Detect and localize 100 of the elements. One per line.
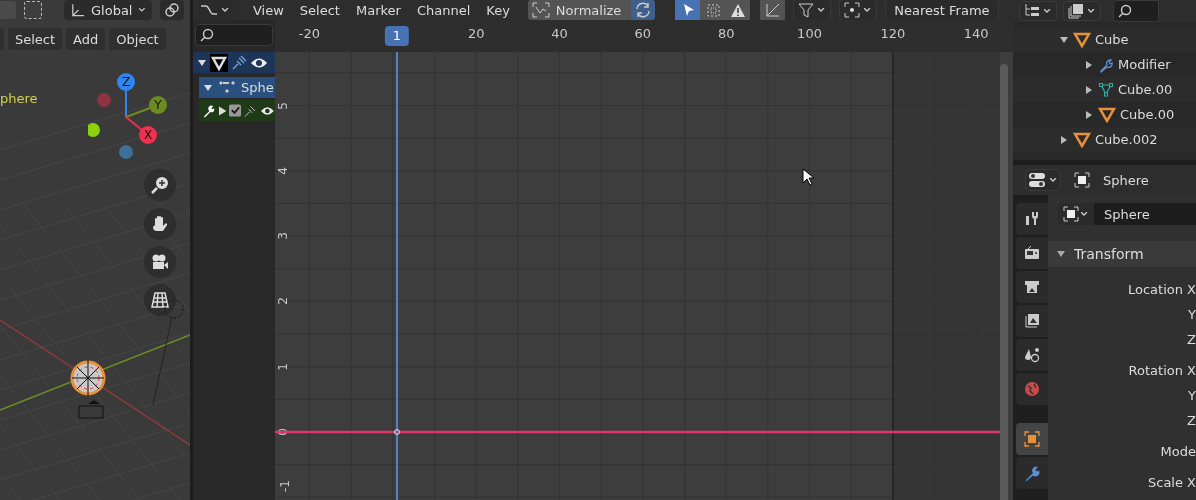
- gizmo-dot-icon[interactable]: [119, 145, 133, 159]
- menu-item[interactable]: Key: [478, 2, 518, 18]
- pivot-dropdown[interactable]: [839, 0, 878, 21]
- disclosure-triangle-icon[interactable]: [1084, 84, 1094, 95]
- disclosure-triangle-icon[interactable]: [1056, 249, 1066, 259]
- caret-icon: [1088, 8, 1096, 14]
- properties-tab[interactable]: [1016, 339, 1048, 371]
- outliner-row[interactable]: Cube: [1013, 27, 1196, 52]
- channel-row[interactable]: [193, 52, 275, 73]
- outliner-item-label: Cube.002: [1095, 132, 1158, 147]
- zoom-icon[interactable]: [144, 169, 176, 201]
- square-icon: [1023, 430, 1041, 448]
- frame-label: 20: [467, 26, 485, 41]
- scrollbar[interactable]: [1000, 64, 1008, 500]
- value-label: 2: [275, 297, 290, 306]
- filter-icon: [798, 2, 815, 18]
- current-frame-indicator[interactable]: 1: [384, 26, 410, 46]
- snapping-dropdown[interactable]: Nearest Frame: [885, 0, 999, 21]
- search-field[interactable]: [195, 24, 273, 46]
- property-label: Z: [1187, 413, 1196, 428]
- properties-tab[interactable]: [1016, 305, 1048, 337]
- axes-icon: [70, 2, 85, 18]
- search-field[interactable]: [1113, 0, 1159, 22]
- menu-item[interactable]: Select: [291, 2, 348, 18]
- menu-button[interactable]: Select: [8, 28, 63, 50]
- disclosure-triangle-icon[interactable]: [1084, 109, 1094, 120]
- selection-icon[interactable]: [24, 1, 42, 19]
- name-field[interactable]: Sphere: [1094, 203, 1196, 225]
- properties-tab[interactable]: [1016, 423, 1048, 455]
- frame-label: 40: [551, 26, 568, 41]
- curve-icon: [200, 3, 218, 17]
- caret-icon: [1050, 177, 1058, 183]
- grid-icon[interactable]: [144, 284, 176, 316]
- cursor-button[interactable]: [760, 0, 786, 21]
- menu-item[interactable]: Marker: [347, 2, 409, 18]
- disclosure-triangle-icon[interactable]: [203, 82, 213, 93]
- pin-icon: [244, 103, 258, 118]
- wrench-icon: [203, 103, 216, 118]
- menu-button[interactable]: Add: [66, 28, 106, 50]
- pin-icon: [231, 54, 247, 71]
- keyframe-point-icon[interactable]: [394, 429, 400, 435]
- property-label: Y: [1188, 307, 1196, 322]
- property-label: Y: [1188, 388, 1196, 403]
- camera-icon[interactable]: [144, 246, 176, 278]
- disclosure-triangle-icon[interactable]: [1059, 34, 1069, 45]
- filter-dropdown[interactable]: [1063, 1, 1101, 21]
- gizmo-axis-handle[interactable]: [117, 73, 135, 91]
- image-stack-icon: [1023, 312, 1041, 330]
- panel-header[interactable]: Transform: [1048, 241, 1196, 267]
- data-type-dropdown[interactable]: [1058, 203, 1094, 225]
- menu-item[interactable]: View: [245, 2, 292, 18]
- select-tool-button[interactable]: [675, 0, 701, 21]
- outliner-row[interactable]: Cube.00: [1013, 77, 1196, 102]
- editor-type-dropdown[interactable]: [1025, 169, 1061, 191]
- filter-dropdown[interactable]: [793, 0, 832, 21]
- properties-tab[interactable]: [1016, 203, 1048, 235]
- disclosure-triangle-icon[interactable]: [197, 57, 207, 68]
- properties-tab[interactable]: [1016, 457, 1048, 489]
- outliner-row[interactable]: Cube.002: [1013, 127, 1196, 152]
- disclosure-triangle-icon[interactable]: [1059, 134, 1069, 145]
- pivot-icon: [844, 2, 861, 18]
- warning-tool-button[interactable]: [725, 0, 751, 21]
- value-label: 4: [275, 167, 290, 175]
- play-icon: [218, 105, 227, 116]
- box-tool-button[interactable]: [700, 0, 726, 21]
- axis-label: Z: [121, 75, 131, 89]
- caret-icon: [1081, 211, 1089, 217]
- gizmo-dot-icon[interactable]: [97, 93, 111, 107]
- gizmo-axis-handle[interactable]: [149, 96, 167, 114]
- properties-tab[interactable]: [1016, 271, 1048, 303]
- refresh-icon: [634, 2, 653, 18]
- hand-icon[interactable]: [144, 208, 176, 240]
- normalize-toggle[interactable]: Normalize: [527, 0, 632, 20]
- triangle-icon: [1073, 131, 1091, 148]
- axis-label: Y: [154, 98, 162, 112]
- object-icon: [1063, 206, 1079, 222]
- gizmo-axis-handle[interactable]: [139, 126, 157, 144]
- wrench-icon: [1098, 56, 1114, 73]
- menu-button[interactable]: Object: [109, 28, 166, 50]
- properties-tab[interactable]: [1016, 237, 1048, 269]
- orientation-dropdown[interactable]: Global: [64, 0, 152, 20]
- globe-icon: [1023, 380, 1041, 398]
- property-label: Rotation X: [1128, 363, 1196, 378]
- checkbox[interactable]: [229, 104, 242, 117]
- panel-title: Transform: [1074, 246, 1144, 262]
- channel-row[interactable]: Sphe: [199, 77, 275, 98]
- property-label: Mode: [1160, 444, 1196, 459]
- channel-row[interactable]: [199, 100, 275, 121]
- display-mode-dropdown[interactable]: [1019, 1, 1057, 21]
- caret-icon: [1044, 8, 1052, 14]
- menu-item[interactable]: Channel: [408, 2, 479, 18]
- outliner-item-label: Cube: [1095, 32, 1129, 47]
- outliner-row[interactable]: Modifier: [1013, 52, 1196, 77]
- refresh-button[interactable]: [631, 0, 656, 20]
- search-icon: [200, 28, 214, 42]
- camera-icon: [1023, 244, 1041, 262]
- object-name: Sphere: [1103, 172, 1149, 188]
- disclosure-triangle-icon[interactable]: [1084, 59, 1094, 70]
- link-icon[interactable]: [160, 0, 184, 20]
- outliner-row[interactable]: Cube.00: [1013, 102, 1196, 127]
